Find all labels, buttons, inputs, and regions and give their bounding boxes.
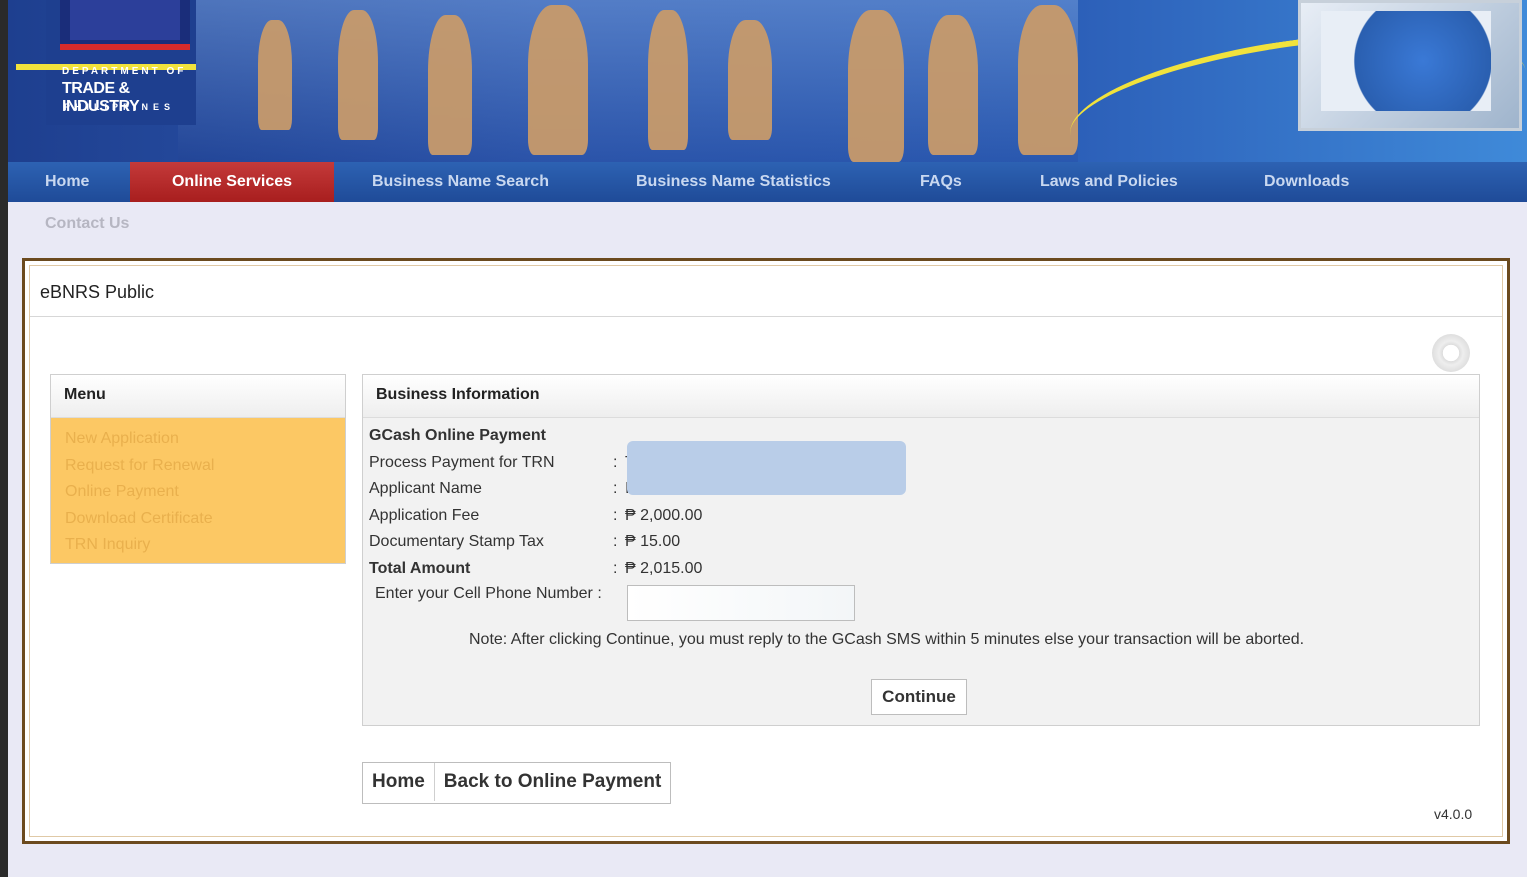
total-label: Total Amount: [369, 560, 471, 577]
nav-business-name-statistics[interactable]: Business Name Statistics: [636, 162, 831, 202]
nav-laws-and-policies[interactable]: Laws and Policies: [1040, 162, 1178, 202]
side-menu: Menu New Application Request for Renewal…: [50, 374, 346, 564]
title-divider: [30, 316, 1502, 317]
stamp-tax-value: ₱ 15.00: [625, 533, 681, 550]
business-information-box: Business Information GCash Online Paymen…: [362, 374, 1480, 726]
nav-online-services[interactable]: Online Services: [130, 162, 334, 202]
bottom-button-group: Home Back to Online Payment: [362, 762, 672, 804]
back-to-online-payment-button[interactable]: Back to Online Payment: [435, 763, 671, 801]
loading-spinner-icon: [1432, 334, 1470, 372]
nav-home[interactable]: Home: [45, 162, 89, 202]
panel-inner: eBNRS Public Menu New Application Reques…: [29, 265, 1503, 837]
header-banner: DEPARTMENT OF TRADE & INDUSTRY PHILIPPIN…: [8, 0, 1527, 162]
applicant-label: Applicant Name: [369, 480, 482, 497]
window-left-edge: [0, 0, 8, 877]
banner-figure: [258, 20, 292, 130]
banner-monitor: [1298, 0, 1522, 131]
phone-label: Enter your Cell Phone Number :: [375, 585, 602, 602]
menu-list: New Application Request for Renewal Onli…: [51, 418, 345, 563]
main-panel: eBNRS Public Menu New Application Reques…: [22, 258, 1510, 844]
menu-item-new-application[interactable]: New Application: [51, 426, 345, 453]
nav-faqs[interactable]: FAQs: [920, 162, 962, 202]
fee-label: Application Fee: [369, 507, 480, 524]
banner-figure: [528, 5, 588, 155]
menu-header: Menu: [51, 375, 345, 418]
banner-figure: [428, 15, 472, 155]
logo-country-text: PHILIPPINES: [64, 102, 176, 112]
nav-downloads[interactable]: Downloads: [1264, 162, 1349, 202]
banner-figure: [648, 10, 688, 150]
menu-item-online-payment[interactable]: Online Payment: [51, 479, 345, 506]
continue-button[interactable]: Continue: [871, 679, 967, 715]
menu-item-download-certificate[interactable]: Download Certificate: [51, 506, 345, 533]
banner-figure: [728, 20, 772, 140]
page-title: eBNRS Public: [40, 282, 155, 302]
main-nav: Home Online Services Business Name Searc…: [8, 162, 1527, 202]
dti-logo[interactable]: DEPARTMENT OF TRADE & INDUSTRY PHILIPPIN…: [16, 0, 196, 125]
version-label: v4.0.0: [1434, 806, 1473, 822]
nav-contact-us[interactable]: Contact Us: [45, 215, 129, 233]
banner-figure: [338, 10, 378, 140]
nav-business-name-search[interactable]: Business Name Search: [372, 162, 549, 202]
redaction-box: [627, 441, 906, 495]
stamp-tax-label: Documentary Stamp Tax: [369, 533, 544, 550]
fee-value: ₱ 2,000.00: [625, 507, 703, 524]
menu-item-request-for-renewal[interactable]: Request for Renewal: [51, 453, 345, 480]
logo-dept-text: DEPARTMENT OF: [62, 66, 187, 77]
gcash-title: GCash Online Payment: [369, 427, 546, 444]
phone-number-input[interactable]: [627, 585, 855, 621]
home-button[interactable]: Home: [363, 763, 435, 801]
gcash-note: Note: After clicking Continue, you must …: [469, 631, 1305, 648]
menu-item-trn-inquiry[interactable]: TRN Inquiry: [51, 532, 345, 559]
banner-figure: [928, 15, 978, 155]
business-info-header: Business Information: [363, 375, 1479, 418]
banner-figure: [848, 10, 904, 162]
dti-logo-mark: [60, 0, 190, 50]
total-value: ₱ 2,015.00: [625, 560, 703, 577]
trn-label: Process Payment for TRN: [369, 454, 555, 471]
globe-icon: [1321, 11, 1491, 111]
